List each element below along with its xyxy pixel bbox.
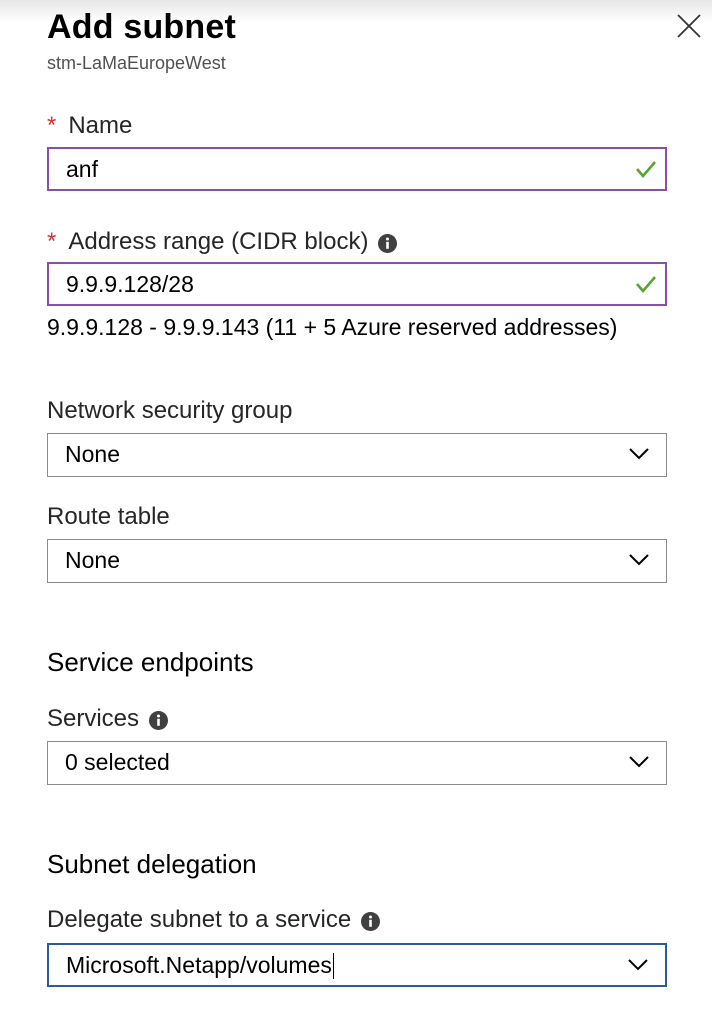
info-icon[interactable]	[149, 708, 169, 731]
close-icon[interactable]	[676, 13, 702, 39]
info-icon[interactable]	[378, 231, 398, 254]
network-security-group-selected: None	[65, 441, 120, 467]
network-security-group-label: Network security group	[47, 397, 293, 424]
chevron-down-icon	[628, 446, 650, 462]
delegate-subnet-dropdown[interactable]: Microsoft.Netapp/volumes	[47, 943, 667, 987]
route-table-dropdown[interactable]: None	[47, 539, 667, 583]
info-icon[interactable]	[361, 909, 381, 932]
delegate-subnet-value: Microsoft.Netapp/volumes	[66, 945, 335, 985]
address-range-label: * Address range (CIDR block)	[47, 227, 398, 257]
name-input-value: anf	[66, 156, 98, 182]
services-label: Services	[47, 704, 169, 734]
address-range-note: 9.9.9.128 - 9.9.9.143 (11 + 5 Azure rese…	[47, 314, 618, 340]
panel-subtitle: stm-LaMaEuropeWest	[47, 53, 226, 73]
delegate-subnet-label: Delegate subnet to a service	[47, 905, 381, 935]
text-cursor	[332, 952, 335, 979]
checkmark-icon	[635, 274, 657, 294]
name-input[interactable]: anf	[47, 147, 667, 191]
name-label-text: Name	[68, 112, 133, 139]
delegate-subnet-selected: Microsoft.Netapp/volumes	[66, 952, 332, 978]
network-security-group-dropdown[interactable]: None	[47, 433, 667, 477]
service-endpoints-heading: Service endpoints	[47, 647, 254, 677]
chevron-down-icon	[628, 552, 650, 568]
panel-title: Add subnet	[47, 8, 236, 46]
route-table-selected: None	[65, 547, 120, 573]
address-range-label-text: Address range (CIDR block)	[68, 228, 369, 255]
services-selected: 0 selected	[65, 749, 170, 775]
required-marker: *	[47, 228, 57, 255]
chevron-down-icon	[628, 754, 650, 770]
delegate-subnet-label-text: Delegate subnet to a service	[47, 906, 352, 933]
name-label: * Name	[47, 111, 132, 141]
services-label-text: Services	[47, 705, 140, 732]
services-dropdown[interactable]: 0 selected	[47, 741, 667, 785]
address-range-input[interactable]: 9.9.9.128/28	[47, 262, 667, 306]
route-table-label: Route table	[47, 503, 170, 530]
subnet-delegation-heading: Subnet delegation	[47, 849, 257, 879]
chevron-down-icon	[627, 957, 649, 973]
address-range-input-value: 9.9.9.128/28	[66, 271, 194, 297]
checkmark-icon	[635, 159, 657, 179]
required-marker: *	[47, 112, 57, 139]
